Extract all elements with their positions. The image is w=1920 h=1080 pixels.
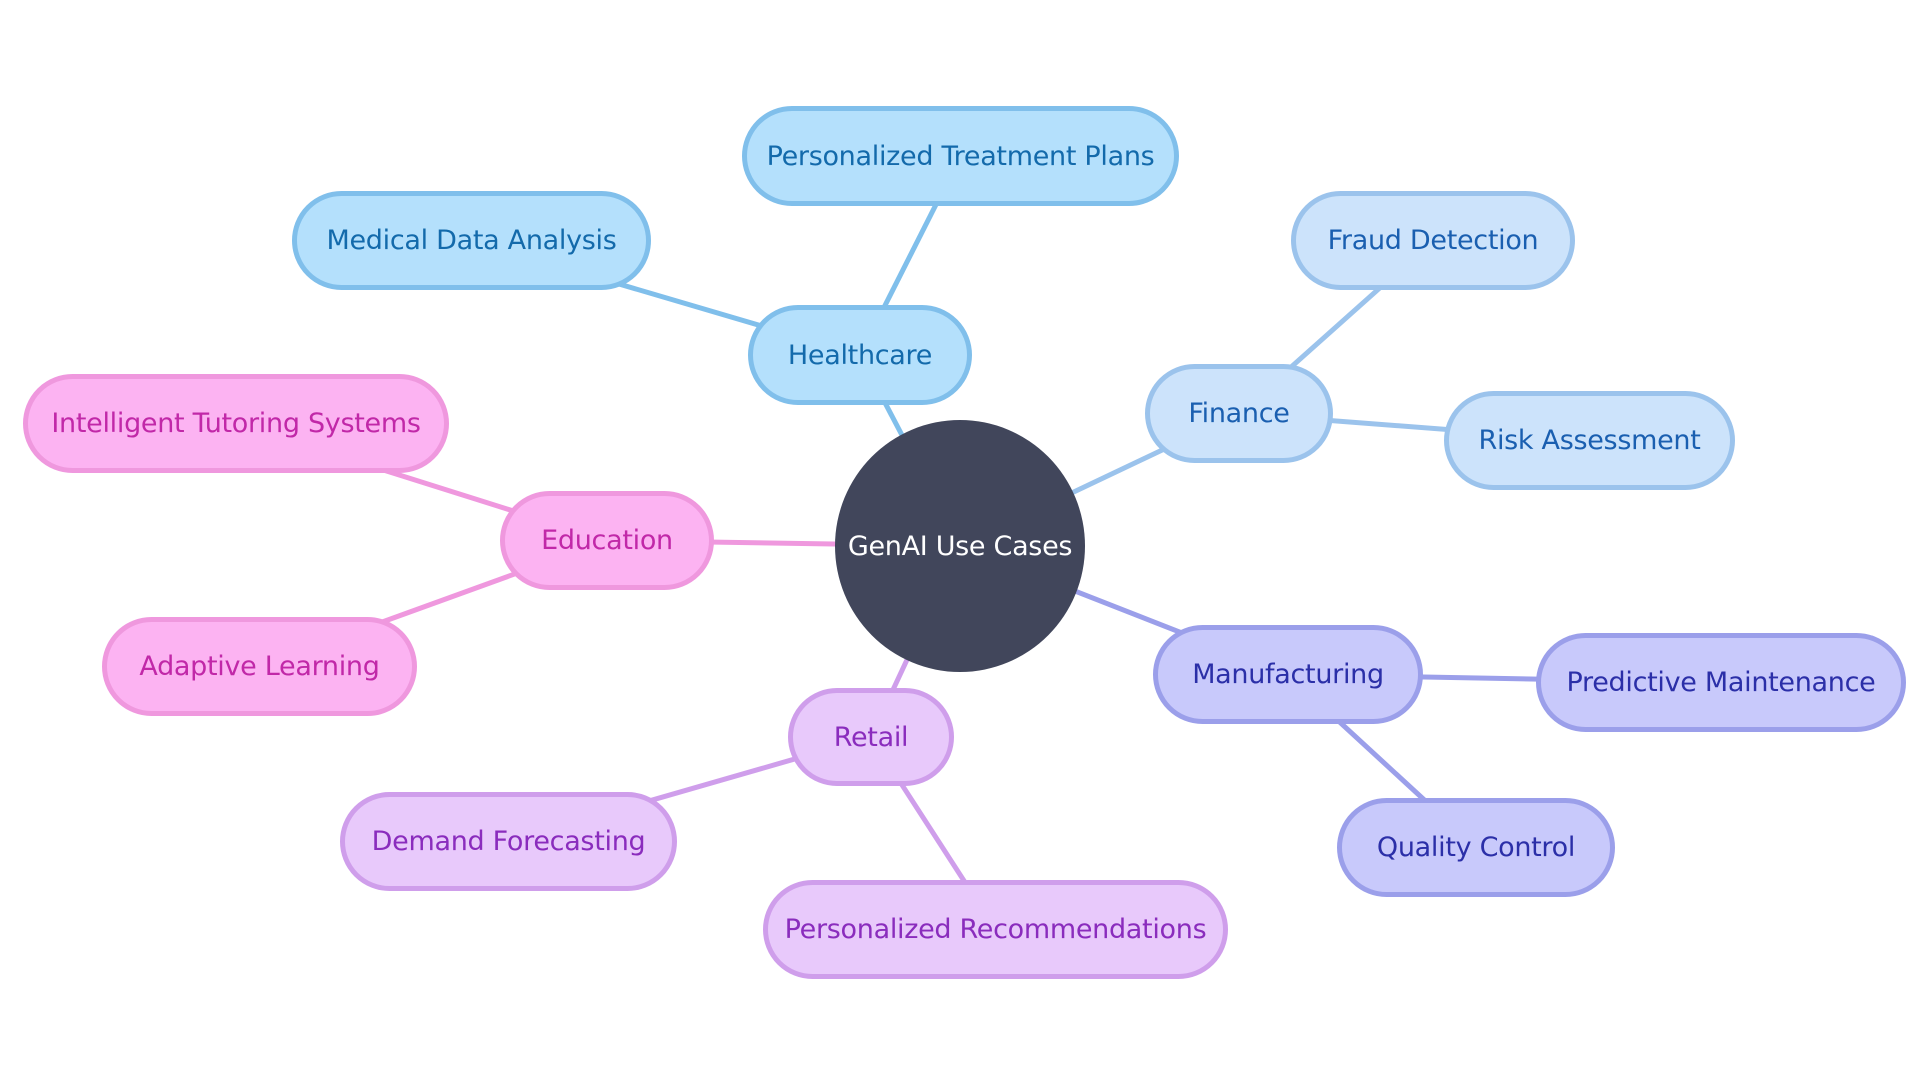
node-label: Healthcare bbox=[787, 339, 933, 371]
node-label: Fraud Detection bbox=[1327, 225, 1539, 256]
leaf-node-risk-assessment[interactable]: Risk Assessment bbox=[1444, 391, 1735, 490]
node-label: Personalized Recommendations bbox=[784, 914, 1207, 945]
node-label: Adaptive Learning bbox=[139, 651, 380, 682]
root-node[interactable]: GenAI Use Cases bbox=[835, 420, 1085, 672]
leaf-node-predictive-maintenance[interactable]: Predictive Maintenance bbox=[1536, 633, 1906, 732]
node-label: Manufacturing bbox=[1192, 659, 1384, 690]
branch-node-manufacturing[interactable]: Manufacturing bbox=[1153, 625, 1423, 724]
branch-node-finance[interactable]: Finance bbox=[1145, 364, 1333, 463]
node-label: Intelligent Tutoring Systems bbox=[51, 408, 421, 439]
leaf-node-personalized-treatment-plans[interactable]: Personalized Treatment Plans bbox=[742, 106, 1179, 206]
branch-node-education[interactable]: Education bbox=[500, 491, 714, 590]
root-node-label: GenAI Use Cases bbox=[847, 530, 1073, 562]
leaf-node-fraud-detection[interactable]: Fraud Detection bbox=[1291, 191, 1575, 290]
leaf-node-intelligent-tutoring-systems[interactable]: Intelligent Tutoring Systems bbox=[23, 374, 449, 473]
leaf-node-demand-forecasting[interactable]: Demand Forecasting bbox=[340, 792, 677, 891]
node-label: Demand Forecasting bbox=[371, 826, 646, 857]
node-label: Finance bbox=[1188, 398, 1290, 429]
node-label: Medical Data Analysis bbox=[326, 225, 617, 256]
node-label: Personalized Treatment Plans bbox=[766, 140, 1155, 172]
node-label: Education bbox=[541, 525, 673, 556]
leaf-node-adaptive-learning[interactable]: Adaptive Learning bbox=[102, 617, 417, 716]
branch-node-healthcare[interactable]: Healthcare bbox=[748, 305, 972, 405]
leaf-node-quality-control[interactable]: Quality Control bbox=[1337, 798, 1615, 897]
leaf-node-personalized-recommendations[interactable]: Personalized Recommendations bbox=[763, 880, 1228, 979]
node-label: Quality Control bbox=[1376, 832, 1576, 863]
node-label: Predictive Maintenance bbox=[1566, 667, 1876, 698]
leaf-node-medical-data-analysis[interactable]: Medical Data Analysis bbox=[292, 191, 651, 290]
mindmap-canvas: GenAI Use Cases Healthcare Personalized … bbox=[0, 0, 1920, 1080]
branch-node-retail[interactable]: Retail bbox=[788, 688, 954, 786]
node-label: Retail bbox=[833, 721, 909, 753]
node-label: Risk Assessment bbox=[1478, 425, 1701, 456]
